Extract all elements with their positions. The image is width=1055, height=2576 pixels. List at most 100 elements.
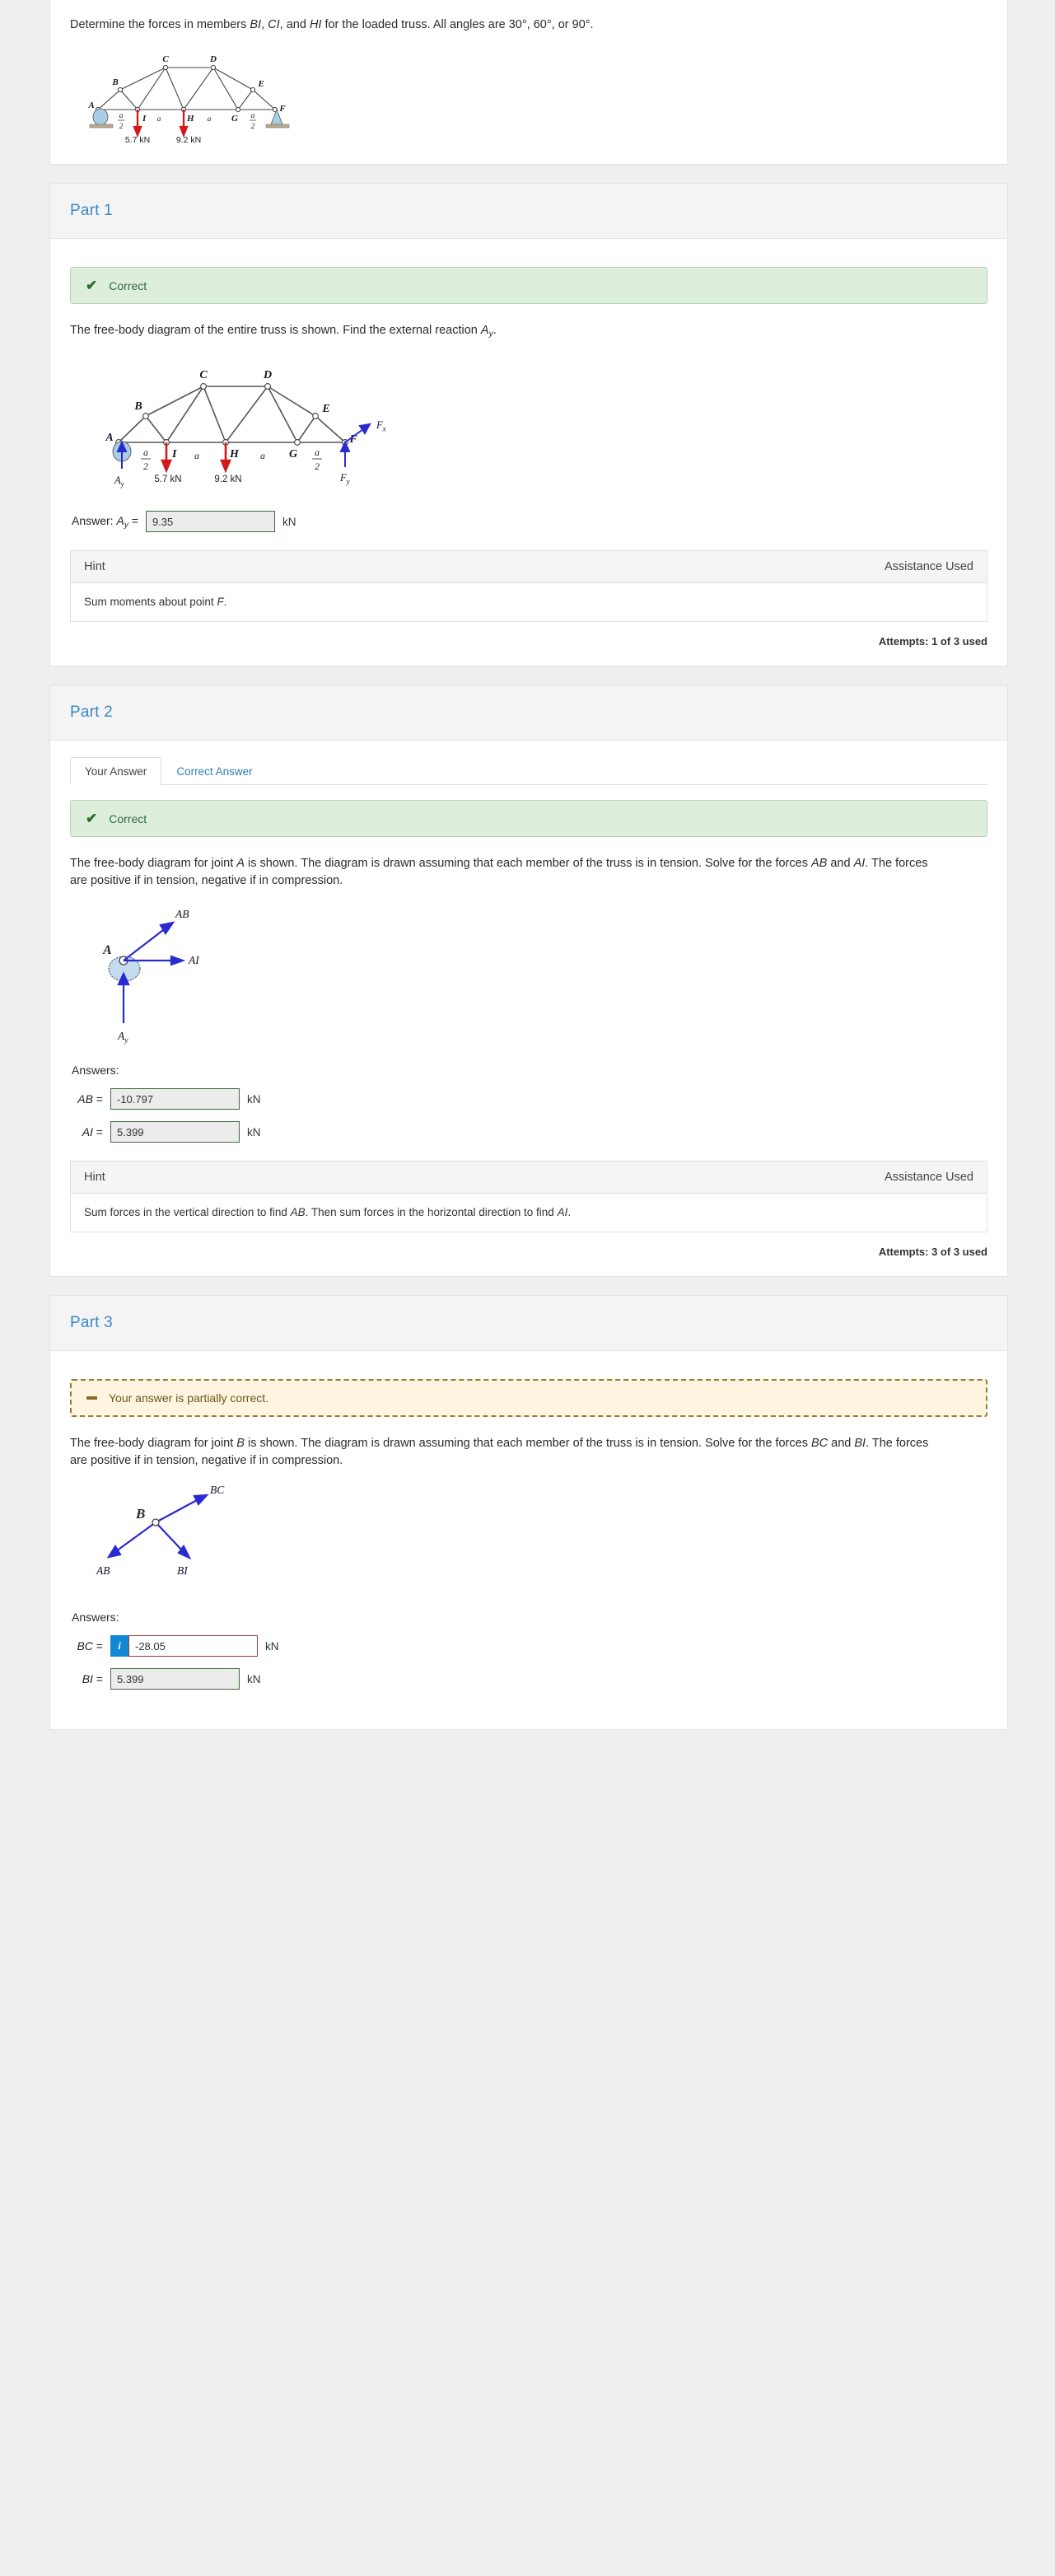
tab-your-answer[interactable]: Your Answer	[70, 757, 162, 786]
part-3-input-bc[interactable]	[128, 1635, 258, 1657]
part-3-header: Part 3	[49, 1295, 1008, 1352]
content-column: Determine the forces in members BI, CI, …	[49, 0, 1008, 1731]
part-1-hint-title: Hint	[84, 560, 105, 574]
part-1-status-text: Correct	[109, 278, 147, 292]
statement-part-b: for the loaded truss. All angles are 30°…	[321, 18, 594, 31]
label-bi-eq: =	[92, 1672, 103, 1686]
part-3-body: Your answer is partially correct. The fr…	[49, 1351, 1008, 1731]
part-3-title: Part 3	[70, 1314, 113, 1332]
part-2-hint-title: Hint	[84, 1171, 105, 1185]
label-bc-eq: =	[92, 1639, 103, 1653]
part-2-desc-joint: A	[236, 857, 245, 871]
part-2-hint-box: Hint Assistance Used Sum forces in the v…	[70, 1161, 987, 1233]
joint-a-label: A	[102, 943, 112, 957]
svg-text:a: a	[315, 446, 320, 458]
svg-text:a: a	[208, 115, 212, 124]
node-label-i: I	[142, 114, 147, 124]
part-2-hint-mid: . Then sum forces in the horizontal dire…	[305, 1206, 558, 1219]
fbd-load-right: 9.2 kN	[214, 475, 241, 484]
info-icon[interactable]: i	[110, 1635, 128, 1657]
part-2-hint-var1: AB	[290, 1206, 306, 1219]
part-3-input-bi[interactable]	[110, 1668, 240, 1690]
part-2-input-ab[interactable]	[110, 1088, 240, 1110]
part-1-assistance-used: Assistance Used	[885, 560, 973, 574]
part-2-unit-ab: kN	[247, 1092, 261, 1106]
part-1-answer-label: Answer: Ay =	[72, 514, 138, 530]
part-2-assistance-used: Assistance Used	[885, 1171, 973, 1185]
part-2-desc-pre: The free-body diagram for joint	[70, 857, 237, 871]
member-bi: BI	[250, 18, 262, 31]
problem-statement-text: Determine the forces in members BI, CI, …	[70, 16, 987, 34]
node-label-g: G	[231, 114, 238, 124]
node-label-f: F	[278, 104, 286, 114]
part-1-desc-pre: The free-body diagram of the entire trus…	[70, 324, 481, 338]
part-2-description: The free-body diagram for joint A is sho…	[70, 855, 943, 890]
part-2-desc-and: and	[827, 857, 854, 871]
part-2-attempts: Attempts: 3 of 3 used	[878, 1246, 987, 1259]
svg-text:2: 2	[251, 123, 255, 131]
part-3-desc-mid: is shown. The diagram is drawn assuming …	[244, 1437, 811, 1451]
tab-correct-answer[interactable]: Correct Answer	[161, 757, 267, 785]
reaction-label-ay: Ay	[114, 475, 124, 489]
node-label-b: B	[111, 77, 118, 87]
statement-part-a: Determine the forces in members	[70, 18, 250, 31]
part-1-desc-var: A	[480, 324, 489, 338]
check-icon: ✔	[86, 278, 98, 294]
fbd-node-e: E	[321, 403, 329, 415]
part-2-title: Part 2	[70, 704, 113, 722]
truss-figure-fbd: C D B E A F I H G a2 a a a2 5.7 kN 9.2 k…	[73, 352, 987, 496]
part-1-body: ✔ Correct The free-body diagram of the e…	[49, 239, 1008, 667]
label-ab-eq: =	[92, 1092, 103, 1106]
check-icon: ✔	[86, 811, 98, 827]
part-2-hint-pre: Sum forces in the vertical direction to …	[84, 1206, 291, 1219]
answer-var: A	[116, 513, 124, 527]
part-2-desc-force1: AB	[810, 857, 828, 871]
member-hi: HI	[309, 18, 322, 31]
part-2-unit-ai: kN	[247, 1125, 261, 1138]
fbd-node-i: I	[171, 448, 177, 461]
joint-a-svg: A AB AI Ay	[102, 908, 200, 1045]
part-2-input-ai[interactable]	[110, 1121, 240, 1143]
joint-a-figure: A AB AI Ay	[73, 901, 987, 1045]
part-1-answer-unit: kN	[282, 515, 296, 528]
label-bi-text: BI	[82, 1672, 93, 1686]
truss-figure-main: C D B E A F I H G a2 a a a 2 5.7 kN 9.2 …	[73, 45, 987, 144]
part-1-answer-input[interactable]	[145, 511, 275, 533]
load-label-right: 9.2 kN	[176, 135, 201, 144]
part-3-desc-force2: BI	[854, 1437, 866, 1451]
part-2-hint-var2: AI	[557, 1206, 568, 1219]
force-label-bi: BI	[177, 1564, 189, 1577]
statement-sep-1: ,	[261, 18, 268, 31]
svg-text:a: a	[194, 450, 199, 461]
part-2-hint-post: .	[567, 1206, 572, 1219]
dash-icon	[86, 1396, 97, 1400]
part-3-desc-joint: B	[236, 1437, 245, 1451]
part-3-label-bc: BC =	[72, 1639, 103, 1653]
label-bc-text: BC	[77, 1639, 93, 1653]
part-2-answers-label: Answers:	[72, 1064, 119, 1078]
part-2-answer-row-ai: AI = kN	[72, 1121, 987, 1143]
part-1-hint-body: Sum moments about point F.	[71, 583, 987, 621]
fbd-load-left: 5.7 kN	[154, 475, 181, 484]
node-label-h: H	[186, 114, 194, 124]
part-3-label-bi: BI =	[72, 1672, 103, 1685]
svg-text:a: a	[251, 112, 255, 120]
truss-svg-main: C D B E A F I H G a2 a a a2 5.7 kN 9.2 k…	[87, 54, 290, 144]
part-2-desc-mid: is shown. The diagram is drawn assuming …	[244, 857, 811, 871]
problem-statement-card: Determine the forces in members BI, CI, …	[49, 0, 1008, 166]
part-2-header: Part 2	[49, 685, 1008, 741]
part-1-hint-post: .	[223, 596, 227, 609]
node-label-d: D	[209, 54, 217, 64]
force-label-ab: AB	[175, 908, 189, 920]
part-2-label-ai: AI =	[72, 1125, 103, 1138]
part-1-header: Part 1	[49, 183, 1008, 240]
reaction-label-fx: Fx	[376, 419, 386, 433]
part-1-status-banner: ✔ Correct	[70, 267, 987, 305]
part-2-status-text: Correct	[109, 811, 147, 825]
svg-text:a: a	[143, 446, 148, 458]
node-label-c: C	[162, 54, 169, 64]
part-2-desc-force2: AI	[853, 857, 866, 871]
fbd-node-d: D	[263, 369, 272, 381]
